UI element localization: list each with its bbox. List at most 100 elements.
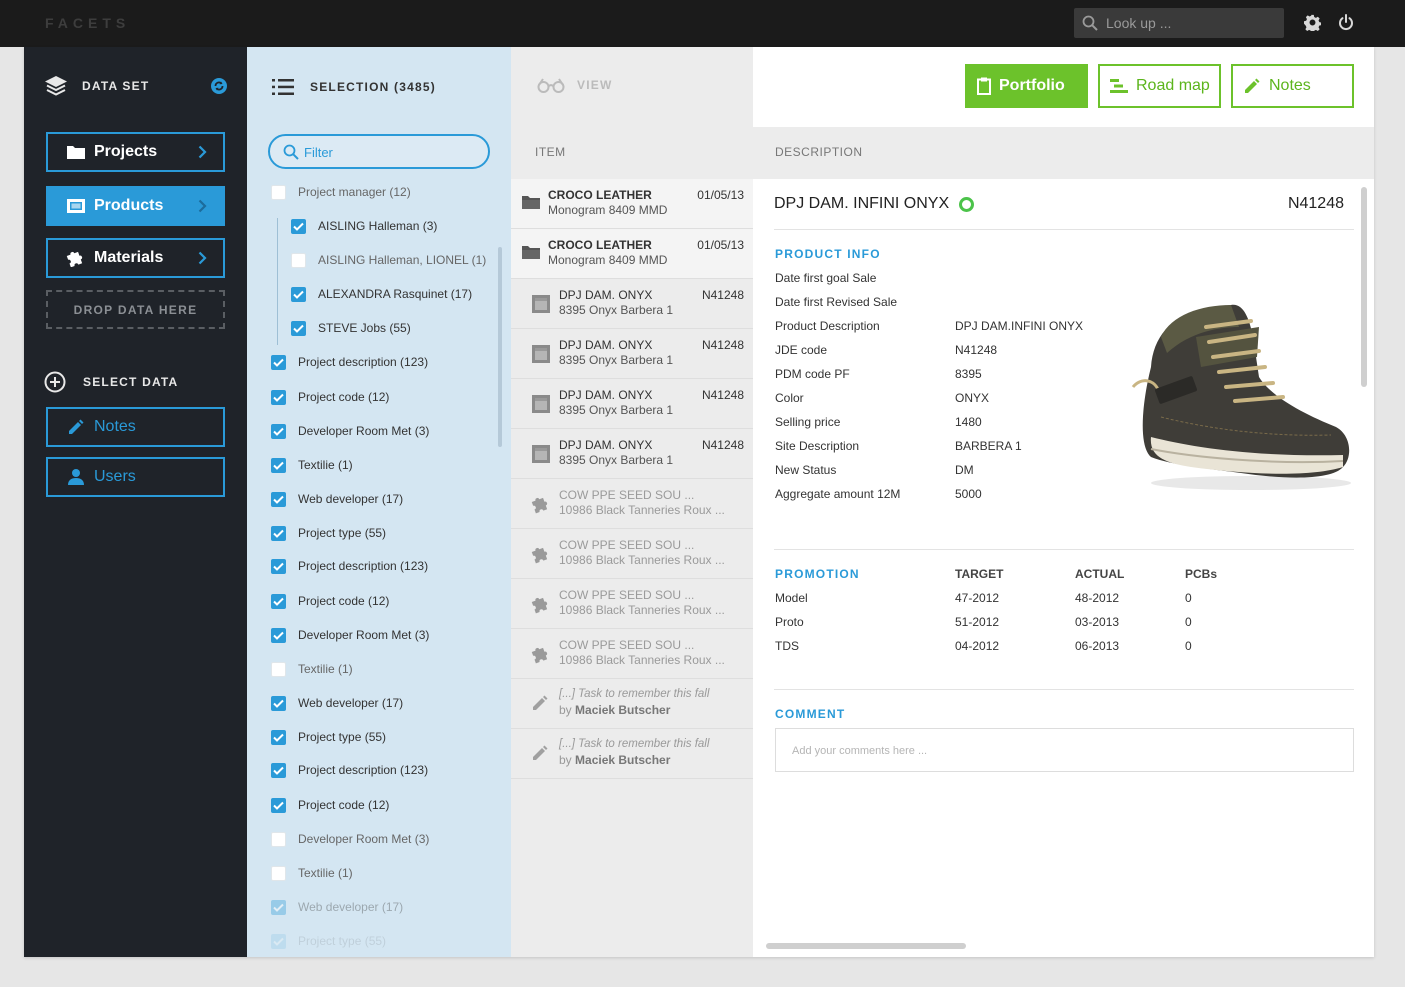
list-item[interactable]: COW PPE SEED SOU ... 10986 Black Tannerie… [511, 479, 753, 529]
selection-scrollbar[interactable] [498, 247, 502, 447]
selection-item[interactable]: Project code (12) [271, 795, 389, 815]
checkbox-unchecked[interactable] [271, 831, 286, 847]
product-info-key: Selling price [775, 415, 841, 429]
comment-box[interactable] [775, 728, 1354, 772]
list-item[interactable]: CROCO LEATHER Monogram 8409 MMD 01/05/13 [511, 179, 753, 229]
selection-item[interactable]: Project description (123) [271, 760, 428, 780]
portfolio-label: Portfolio [999, 77, 1065, 94]
drop-data-zone[interactable]: DROP DATA HERE [46, 290, 225, 329]
selection-item[interactable]: Project type (55) [271, 931, 386, 951]
checkbox-checked[interactable] [271, 558, 286, 574]
list-item-title: CROCO LEATHER [548, 238, 652, 252]
selection-item[interactable]: STEVE Jobs (55) [291, 318, 411, 338]
list-item[interactable]: COW PPE SEED SOU ... 10986 Black Tannerie… [511, 579, 753, 629]
checkbox-checked[interactable] [271, 627, 286, 643]
users-filter-button[interactable]: Users [46, 457, 225, 497]
checkbox-unchecked[interactable] [291, 252, 306, 268]
add-circle-icon[interactable] [44, 371, 66, 393]
selection-item[interactable]: Project type (55) [271, 523, 386, 543]
list-item-code: N41248 [701, 388, 744, 402]
divider [774, 229, 1354, 230]
selection-item[interactable]: Developer Room Met (3) [271, 421, 429, 441]
selection-item[interactable]: Textilie (1) [271, 455, 353, 475]
selection-item[interactable]: Textilie (1) [271, 863, 353, 883]
product-info-value: ONYX [955, 391, 990, 405]
portfolio-button[interactable]: Portfolio [965, 64, 1088, 108]
selection-item[interactable]: Web developer (17) [271, 693, 403, 713]
products-button[interactable]: Products [46, 186, 225, 226]
checkbox-checked[interactable] [271, 593, 286, 609]
selection-item[interactable]: Developer Room Met (3) [271, 829, 429, 849]
checkbox-unchecked[interactable] [271, 661, 286, 677]
lookup-input[interactable] [1106, 8, 1276, 38]
detail-horizontal-scrollbar[interactable] [766, 943, 966, 949]
selection-item[interactable]: AISLING Halleman (3) [291, 216, 437, 236]
checkbox-unchecked[interactable] [271, 865, 286, 881]
projects-button[interactable]: Projects [46, 132, 225, 172]
selection-item-label: STEVE Jobs (55) [318, 321, 411, 335]
notes-button[interactable]: Notes [1231, 64, 1354, 108]
selection-item[interactable]: Developer Room Met (3) [271, 625, 429, 645]
folder-icon [66, 144, 86, 160]
product-info-key: New Status [775, 463, 837, 477]
list-item-title: DPJ DAM. ONYX [559, 388, 653, 402]
selection-item[interactable]: Project description (123) [271, 556, 428, 576]
comment-title: COMMENT [775, 707, 846, 721]
list-item[interactable]: [...] Task to remember this fall by Macie… [511, 729, 753, 779]
list-item[interactable]: DPJ DAM. ONYX 8395 Onyx Barbera 1 N41248 [511, 279, 753, 329]
lookup-search[interactable] [1074, 8, 1284, 38]
notes-filter-button[interactable]: Notes [46, 407, 225, 447]
list-item[interactable]: COW PPE SEED SOU ... 10986 Black Tannerie… [511, 529, 753, 579]
list-item[interactable]: DPJ DAM. ONYX 8395 Onyx Barbera 1 N41248 [511, 379, 753, 429]
checkbox-checked[interactable] [271, 354, 286, 370]
checkbox-checked[interactable] [271, 933, 286, 949]
dataset-panel: DATA SET Projects Products Materials DRO… [24, 47, 247, 957]
promotion-cell-actual: 48-2012 [1075, 591, 1120, 605]
selection-item[interactable]: Project code (12) [271, 591, 389, 611]
list-item[interactable]: CROCO LEATHER Monogram 8409 MMD 01/05/13 [511, 229, 753, 279]
checkbox-checked[interactable] [271, 389, 286, 405]
selection-item[interactable]: AISLING Halleman, LIONEL (1) [291, 250, 486, 270]
selection-item[interactable]: Project code (12) [271, 387, 389, 407]
selection-item[interactable]: Project manager (12) [271, 182, 411, 202]
selection-item[interactable]: Textilie (1) [271, 659, 353, 679]
comment-input[interactable] [792, 741, 1332, 761]
list-item[interactable]: [...] Task to remember this fall by Macie… [511, 679, 753, 729]
list-item-subtitle: 10986 Black Tanneries Roux ... [559, 553, 725, 567]
checkbox-checked[interactable] [291, 320, 306, 336]
promotion-pcbs-header: PCBs [1185, 567, 1218, 581]
detail-vertical-scrollbar[interactable] [1361, 187, 1367, 387]
gear-icon[interactable] [1304, 14, 1321, 31]
filter-input[interactable] [304, 142, 474, 162]
power-icon[interactable] [1338, 14, 1354, 31]
selection-item-label: Project code (12) [298, 594, 390, 608]
materials-button[interactable]: Materials [46, 238, 225, 278]
checkbox-checked[interactable] [271, 423, 286, 439]
checkbox-checked[interactable] [271, 525, 286, 541]
filter-box[interactable] [268, 134, 490, 169]
list-item[interactable]: DPJ DAM. ONYX 8395 Onyx Barbera 1 N41248 [511, 329, 753, 379]
selection-item[interactable]: ALEXANDRA Rasquinet (17) [291, 284, 472, 304]
selection-item[interactable]: Project type (55) [271, 727, 386, 747]
product-info-value: DPJ DAM.INFINI ONYX [955, 319, 1084, 333]
roadmap-button[interactable]: Road map [1098, 64, 1221, 108]
checkbox-checked[interactable] [271, 491, 286, 507]
checkbox-checked[interactable] [271, 899, 286, 915]
checkbox-checked[interactable] [271, 797, 286, 813]
checkbox-checked[interactable] [271, 695, 286, 711]
checkbox-checked[interactable] [291, 218, 306, 234]
checkbox-checked[interactable] [271, 457, 286, 473]
checkbox-checked[interactable] [291, 286, 306, 302]
puzzle-icon [531, 644, 551, 664]
refresh-icon[interactable] [211, 78, 227, 94]
list-item[interactable]: DPJ DAM. ONYX 8395 Onyx Barbera 1 N41248 [511, 429, 753, 479]
selection-item[interactable]: Web developer (17) [271, 897, 403, 917]
product-info-key: Aggregate amount 12M [775, 487, 901, 501]
list-item[interactable]: COW PPE SEED SOU ... 10986 Black Tannerie… [511, 629, 753, 679]
checkbox-unchecked[interactable] [271, 184, 286, 200]
promotion-cell-name: TDS [775, 639, 799, 653]
selection-item[interactable]: Project description (123) [271, 352, 428, 372]
checkbox-checked[interactable] [271, 729, 286, 745]
checkbox-checked[interactable] [271, 762, 286, 778]
selection-item[interactable]: Web developer (17) [271, 489, 403, 509]
